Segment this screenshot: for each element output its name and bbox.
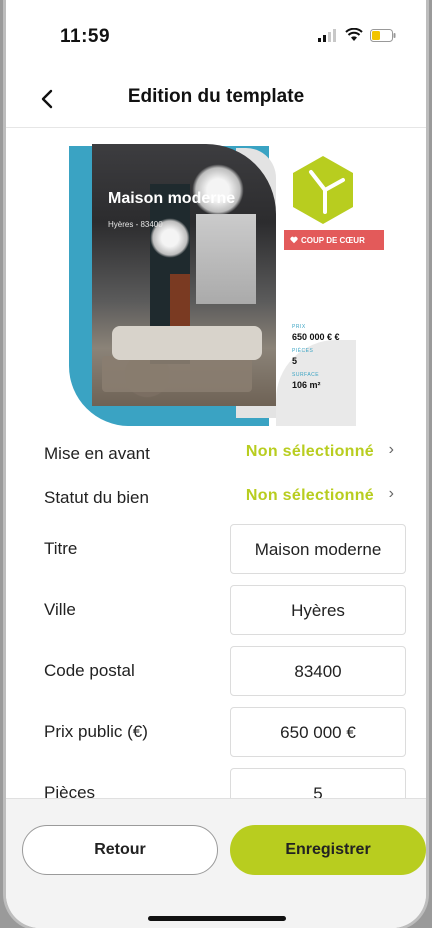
save-button[interactable]: Enregistrer xyxy=(230,825,426,875)
stat-label-surface: SURFACE xyxy=(292,372,320,378)
heart-icon xyxy=(290,236,298,244)
select-label: Statut du bien xyxy=(44,488,149,507)
stat-label-rooms: PIÈCES xyxy=(292,348,314,354)
status-icons xyxy=(318,28,396,42)
battery-icon xyxy=(370,28,396,42)
price-input[interactable]: 650 000 € xyxy=(230,707,406,757)
preview-location: Hyères - 83400 xyxy=(108,220,163,229)
bottom-action-bar: Retour Enregistrer xyxy=(6,798,426,928)
photo-sofa xyxy=(112,326,262,360)
input-row-city: Ville Hyères xyxy=(44,585,406,637)
input-label: Titre xyxy=(44,539,78,558)
select-row-highlight[interactable]: Mise en avant Non sélectionné › xyxy=(44,430,394,470)
input-label: Code postal xyxy=(44,661,135,680)
select-value: Non sélectionné xyxy=(245,443,374,460)
stat-value-rooms: 5 xyxy=(292,356,298,366)
postal-code-input[interactable]: 83400 xyxy=(230,646,406,696)
wifi-icon xyxy=(345,28,363,41)
favorite-badge: COUP DE CŒUR xyxy=(284,230,384,250)
chevron-right-icon: › xyxy=(388,441,394,458)
signal-icon xyxy=(318,28,336,42)
page-title: Edition du template xyxy=(127,86,305,107)
status-bar: 11:59 xyxy=(6,0,426,72)
chevron-right-icon: › xyxy=(388,485,394,502)
select-label: Mise en avant xyxy=(44,444,150,463)
photo-shelf xyxy=(170,274,190,334)
input-row-title: Titre Maison moderne xyxy=(44,524,406,576)
photo-window xyxy=(196,214,256,304)
preview-stats: PRIX 650 000 € € PIÈCES 5 SURFACE 106 m² xyxy=(292,318,340,390)
home-indicator[interactable] xyxy=(148,916,286,921)
brand-logo-icon xyxy=(293,156,353,224)
preview-title: Maison moderne xyxy=(108,190,236,207)
city-input[interactable]: Hyères xyxy=(230,585,406,635)
template-preview: Maison moderne Hyères - 83400 COUP DE CŒ… xyxy=(6,130,426,430)
input-label: Ville xyxy=(44,600,76,619)
input-label: Prix public (€) xyxy=(44,722,148,741)
nav-bar: Edition du template xyxy=(6,72,426,128)
photo-rug xyxy=(102,356,252,392)
badge-label: COUP DE CŒUR xyxy=(301,235,365,245)
phone-screen: 11:59 Edition du template Maison moderne… xyxy=(6,0,426,928)
stat-value-surface: 106 m² xyxy=(292,380,321,390)
select-value: Non sélectionné xyxy=(245,487,374,504)
status-time: 11:59 xyxy=(60,26,111,47)
stat-label-price: PRIX xyxy=(292,324,306,330)
input-row-price: Prix public (€) 650 000 € xyxy=(44,707,406,759)
retour-button[interactable]: Retour xyxy=(22,825,218,875)
select-row-status[interactable]: Statut du bien Non sélectionné › xyxy=(44,474,394,514)
input-row-postal-code: Code postal 83400 xyxy=(44,646,406,698)
stat-value-price: 650 000 € € xyxy=(292,332,340,342)
property-photo: Maison moderne Hyères - 83400 xyxy=(92,144,276,406)
title-input[interactable]: Maison moderne xyxy=(230,524,406,574)
